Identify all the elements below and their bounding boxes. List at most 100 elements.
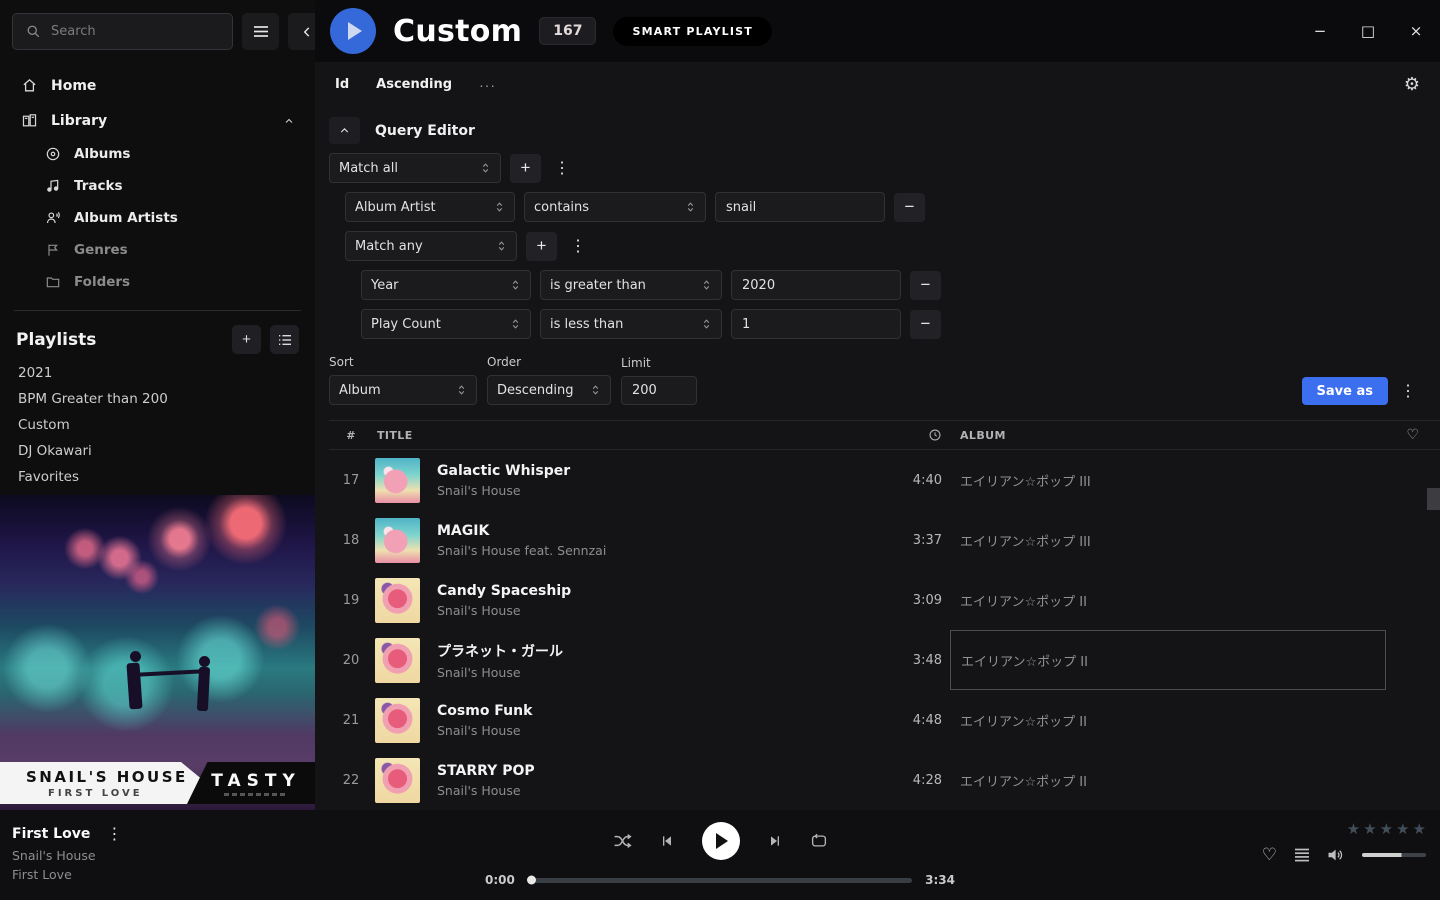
album-link[interactable]: エイリアン☆ポップ II: [961, 651, 1088, 670]
rule-operator-select[interactable]: contains: [524, 192, 706, 222]
track-title[interactable]: MAGIK: [437, 523, 606, 539]
scrollbar-thumb[interactable]: [1427, 488, 1440, 510]
star-icon[interactable]: ★: [1347, 820, 1360, 838]
track-title[interactable]: Candy Spaceship: [437, 583, 571, 599]
track-title[interactable]: Cosmo Funk: [437, 703, 532, 719]
album-cell[interactable]: エイリアン☆ポップ II: [950, 690, 1386, 750]
album-link[interactable]: エイリアン☆ポップ II: [960, 771, 1087, 790]
track-title[interactable]: STARRY POP: [437, 763, 535, 779]
album-cell[interactable]: エイリアン☆ポップ III: [950, 450, 1386, 510]
title-column-header[interactable]: TITLE: [373, 429, 876, 442]
save-more-button[interactable]: ⋮: [1396, 381, 1420, 401]
rule-field-select[interactable]: Year: [361, 270, 531, 300]
table-row[interactable]: 21 Cosmo Funk Snail's House 4:48 エイリアン: [329, 690, 1440, 750]
rule-value-input[interactable]: [731, 270, 901, 300]
sidebar-item-tracks[interactable]: Tracks: [0, 170, 315, 202]
sort-direction-button[interactable]: Ascending: [376, 77, 452, 92]
collapse-query-editor-button[interactable]: [329, 117, 360, 144]
play-playlist-button[interactable]: [330, 8, 376, 54]
limit-input[interactable]: [621, 376, 697, 405]
track-title[interactable]: Galactic Whisper: [437, 463, 570, 479]
sidebar-item-library[interactable]: Library: [0, 103, 315, 138]
sidebar-item-home[interactable]: Home: [0, 68, 315, 103]
rule-field-select[interactable]: Play Count: [361, 309, 531, 339]
match-type-select[interactable]: Match all: [329, 153, 501, 183]
play-pause-button[interactable]: [702, 822, 740, 860]
queue-button[interactable]: [1294, 848, 1310, 862]
sidebar-item-genres[interactable]: Genres: [0, 234, 315, 266]
seek-handle[interactable]: [527, 876, 536, 885]
table-row[interactable]: 19 Candy Spaceship Snail's House 3:09: [329, 570, 1440, 630]
previous-button[interactable]: [659, 833, 675, 849]
album-cell[interactable]: エイリアン☆ポップ II: [950, 570, 1386, 630]
playlist-item[interactable]: BPM Greater than 200: [0, 386, 315, 412]
now-playing-title[interactable]: First Love: [12, 826, 90, 842]
now-playing-artist[interactable]: Snail's House: [12, 848, 315, 863]
star-icon[interactable]: ★: [1363, 820, 1376, 838]
maximize-button[interactable]: □: [1344, 0, 1392, 62]
playlist-item[interactable]: DJ Okawari: [0, 438, 315, 464]
order-select[interactable]: Descending: [487, 375, 611, 405]
back-button[interactable]: [288, 13, 315, 50]
more-options-button[interactable]: ···: [479, 77, 496, 93]
group-more-button[interactable]: ⋮: [550, 158, 574, 178]
seek-slider[interactable]: [528, 878, 912, 883]
star-icon[interactable]: ★: [1396, 820, 1409, 838]
star-icon[interactable]: ★: [1413, 820, 1426, 838]
album-link[interactable]: エイリアン☆ポップ III: [960, 471, 1091, 490]
chevron-up-icon[interactable]: [283, 115, 295, 127]
table-row[interactable]: 17 Galactic Whisper Snail's House 4:40: [329, 450, 1440, 510]
track-artist[interactable]: Snail's House: [437, 783, 535, 798]
playlist-item[interactable]: Favorites: [0, 464, 315, 490]
match-type-select[interactable]: Match any: [345, 231, 517, 261]
track-artist[interactable]: Snail's House: [437, 665, 563, 680]
remove-rule-button[interactable]: −: [894, 193, 925, 222]
settings-button[interactable]: ⚙: [1404, 74, 1420, 95]
duration-column-header[interactable]: [876, 428, 950, 442]
track-title[interactable]: プラネット・ガール: [437, 641, 563, 661]
sidebar-item-folders[interactable]: Folders: [0, 266, 315, 298]
rule-value-input[interactable]: [731, 309, 901, 339]
now-playing-album[interactable]: First Love: [12, 867, 315, 882]
album-cell[interactable]: エイリアン☆ポップ III: [950, 510, 1386, 570]
table-row[interactable]: 20 プラネット・ガール Snail's House 3:48 エイリアン☆: [329, 630, 1440, 690]
track-artist[interactable]: Snail's House: [437, 603, 571, 618]
sidebar-item-albums[interactable]: Albums: [0, 138, 315, 170]
playlist-list-button[interactable]: [270, 325, 299, 354]
album-cell[interactable]: エイリアン☆ポップ II: [950, 750, 1386, 810]
track-artist[interactable]: Snail's House: [437, 483, 570, 498]
now-playing-cover-art[interactable]: SNAIL'S HOUSE FIRST LOVE TASTY: [0, 495, 315, 810]
rule-operator-select[interactable]: is greater than: [540, 270, 722, 300]
sort-select[interactable]: Album: [329, 375, 477, 405]
repeat-button[interactable]: [810, 833, 828, 849]
star-icon[interactable]: ★: [1380, 820, 1393, 838]
table-row[interactable]: 22 STARRY POP Snail's House 4:28 エイリアン: [329, 750, 1440, 810]
favorite-column-header[interactable]: ♡: [1386, 427, 1440, 443]
search-box[interactable]: [12, 13, 233, 50]
index-column-header[interactable]: #: [329, 429, 373, 442]
minimize-button[interactable]: −: [1296, 0, 1344, 62]
album-cell[interactable]: エイリアン☆ポップ II: [950, 630, 1386, 690]
table-row[interactable]: 18 MAGIK Snail's House feat. Sennzai 3:3…: [329, 510, 1440, 570]
close-button[interactable]: ×: [1392, 0, 1440, 62]
rule-field-select[interactable]: Album Artist: [345, 192, 515, 222]
remove-rule-button[interactable]: −: [910, 271, 941, 300]
rule-operator-select[interactable]: is less than: [540, 309, 722, 339]
rule-value-input[interactable]: [715, 192, 885, 222]
album-link[interactable]: エイリアン☆ポップ III: [960, 531, 1091, 550]
remove-rule-button[interactable]: −: [910, 310, 941, 339]
volume-slider[interactable]: [1362, 853, 1426, 857]
playlist-item[interactable]: 2021: [0, 360, 315, 386]
add-rule-button[interactable]: +: [526, 232, 557, 261]
album-column-header[interactable]: ALBUM: [950, 429, 1386, 442]
sidebar-item-album-artists[interactable]: Album Artists: [0, 202, 315, 234]
add-rule-button[interactable]: +: [510, 154, 541, 183]
track-artist[interactable]: Snail's House feat. Sennzai: [437, 543, 606, 558]
add-playlist-button[interactable]: +: [232, 325, 261, 354]
save-as-button[interactable]: Save as: [1302, 377, 1388, 405]
favorite-button[interactable]: ♡: [1262, 845, 1277, 865]
shuffle-button[interactable]: [613, 833, 632, 849]
menu-button[interactable]: [242, 13, 279, 50]
playlist-item[interactable]: Custom: [0, 412, 315, 438]
album-link[interactable]: エイリアン☆ポップ II: [960, 711, 1087, 730]
